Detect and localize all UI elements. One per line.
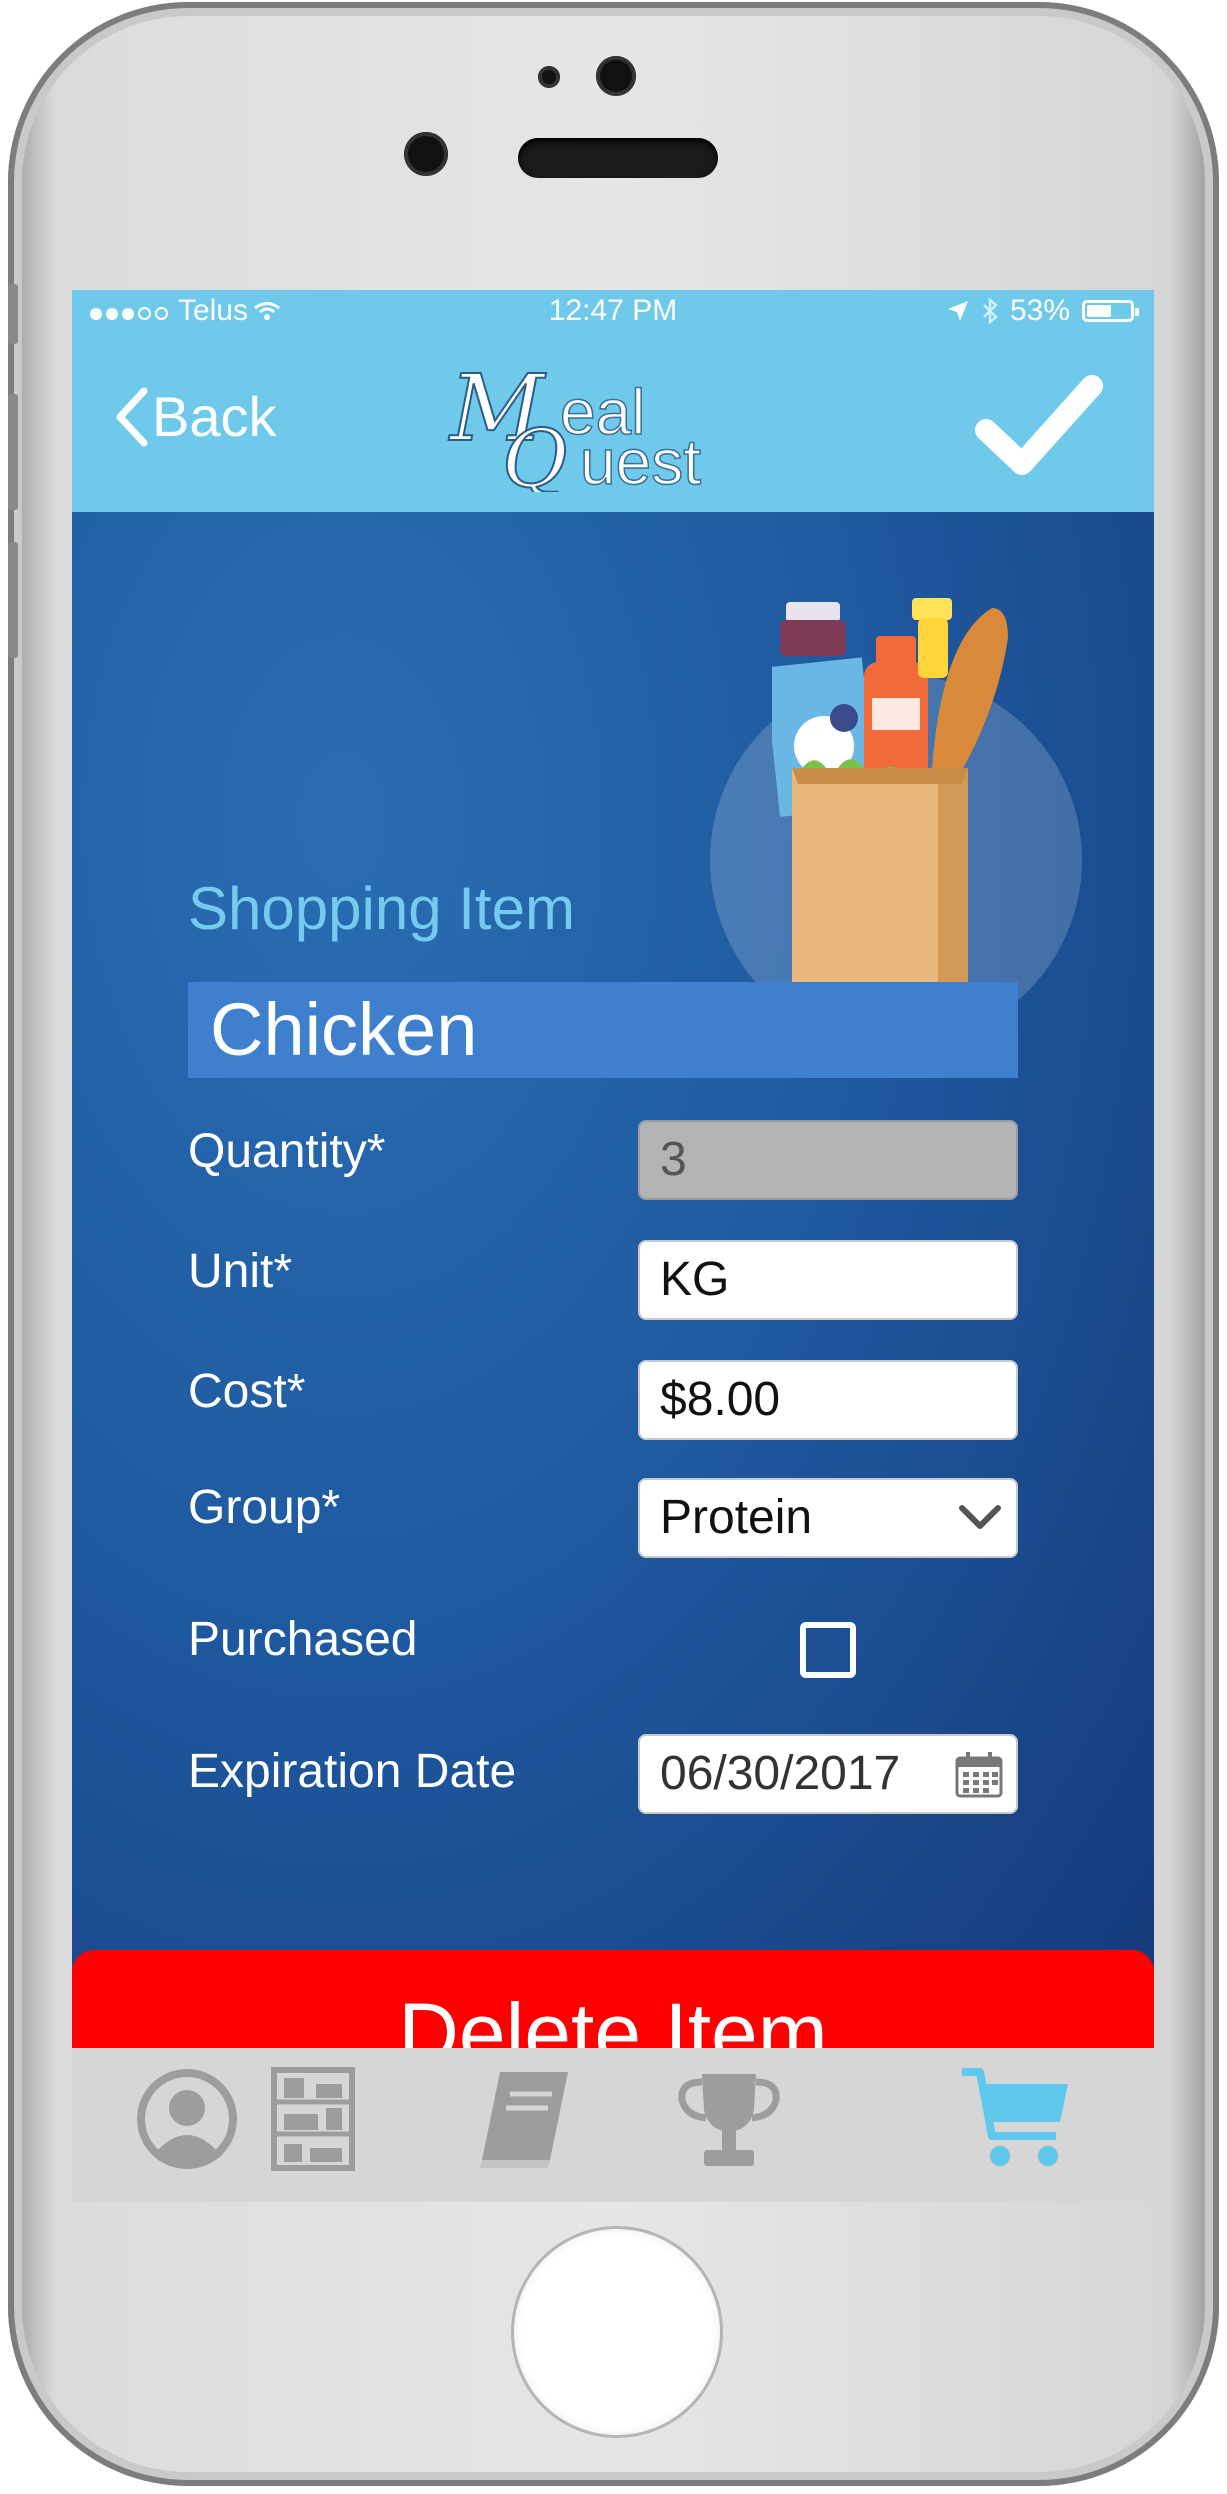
cost-label: Cost* (188, 1365, 306, 1418)
mute-switch (8, 284, 18, 344)
group-select[interactable]: Protein (638, 1478, 1018, 1558)
expiration-date-field[interactable]: 06/30/2017 (638, 1734, 1018, 1814)
chevron-down-icon (959, 1505, 1001, 1529)
navigation-bar: Back M eal Q uest (72, 332, 1154, 512)
item-name-field[interactable]: Chicken (188, 982, 1018, 1078)
save-checkmark-icon[interactable] (974, 372, 1104, 482)
home-button[interactable] (514, 2229, 720, 2435)
profile-icon[interactable] (132, 2064, 242, 2174)
tab-bar (72, 2048, 1154, 2202)
calendar-icon[interactable] (954, 1750, 1004, 1800)
chevron-left-icon (116, 387, 148, 446)
front-camera (538, 66, 560, 88)
volume-down-button (8, 542, 18, 658)
expiration-date-label: Expiration Date (188, 1745, 517, 1798)
battery-percent: 53% (1009, 294, 1070, 327)
purchased-checkbox[interactable] (800, 1622, 856, 1678)
pantry-icon[interactable] (258, 2064, 368, 2174)
expiration-date-value: 06/30/2017 (660, 1747, 901, 1800)
battery-icon (1082, 300, 1139, 322)
location-arrow-icon (947, 301, 968, 321)
group-label: Group* (188, 1481, 341, 1534)
purchased-label: Purchased (188, 1613, 418, 1666)
phone-screen: Telus 12:47 PM 53% Back M eal Q uest Sho… (72, 290, 1154, 2202)
cost-field[interactable]: $8.00 (638, 1360, 1018, 1440)
back-label: Back (152, 385, 277, 448)
status-right: 53% (946, 294, 1139, 328)
grocery-bag-icon (772, 598, 1008, 988)
logo-initial-q: Q (502, 412, 568, 492)
quantity-field[interactable]: 3 (638, 1120, 1018, 1200)
logo-text-bottom: uest (580, 426, 701, 492)
unit-field[interactable]: KG (638, 1240, 1018, 1320)
volume-up-button (8, 394, 18, 510)
quantity-label: Quantity* (188, 1125, 386, 1178)
section-title: Shopping Item (188, 875, 575, 942)
shopping-cart-icon[interactable] (962, 2064, 1072, 2174)
back-button[interactable]: Back (114, 384, 277, 449)
bluetooth-icon (983, 298, 998, 324)
earpiece-speaker (518, 138, 718, 178)
shopping-item-form: Shopping Item Chicken Quantity* 3 Unit* … (72, 512, 1154, 2048)
group-select-value: Protein (660, 1491, 813, 1544)
facetime-camera (404, 132, 448, 176)
proximity-sensor (596, 56, 636, 96)
recipe-book-icon[interactable] (470, 2064, 580, 2174)
meal-quest-logo: M eal Q uest (447, 362, 702, 492)
status-bar: Telus 12:47 PM 53% (72, 290, 1154, 332)
unit-label: Unit* (188, 1245, 293, 1298)
trophy-icon[interactable] (674, 2064, 784, 2174)
